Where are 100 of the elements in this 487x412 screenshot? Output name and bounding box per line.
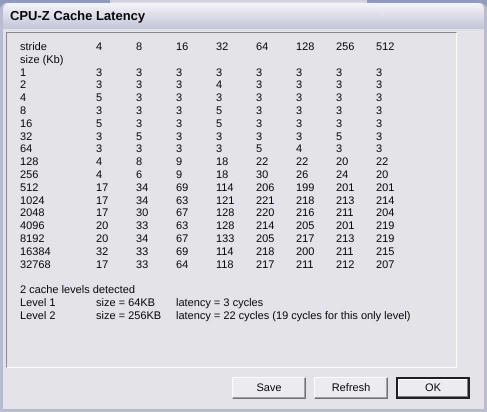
- column-header: 16: [176, 41, 190, 54]
- row-header: 8: [20, 104, 28, 118]
- table-cell-text: 69: [176, 246, 190, 259]
- table-cell-text: 3: [256, 118, 264, 131]
- table-cell-text: 3: [336, 143, 344, 156]
- table-cell-text: 3: [296, 118, 304, 131]
- table-cell-text: 4: [296, 143, 304, 156]
- dialog-button[interactable]: Save: [232, 377, 306, 399]
- table-cell-text: 213: [336, 232, 356, 246]
- table-cell-text: 9: [176, 168, 184, 182]
- window-title: CPU-Z Cache Latency: [3, 3, 484, 29]
- level-size: size = 64KB: [96, 296, 156, 310]
- table-cell-text: 34: [136, 194, 150, 208]
- column-header: 32: [216, 41, 230, 54]
- row-header: 4: [20, 92, 28, 105]
- table-cell-text: 3: [256, 79, 264, 92]
- table-cell-text: 5: [96, 118, 104, 131]
- table-cell-text: 22: [376, 156, 390, 169]
- table-cell-text: 67: [176, 207, 190, 220]
- dialog-button[interactable]: Refresh: [314, 377, 388, 399]
- table-cell-text: 206: [256, 182, 276, 195]
- table-cell-text: 33: [136, 246, 150, 259]
- table-cell-text: 214: [256, 220, 276, 233]
- table-cell-text: 3: [376, 130, 384, 144]
- table-cell-text: 3: [256, 104, 264, 118]
- table-cell-text: 3: [376, 92, 384, 105]
- column-header: 512: [376, 41, 396, 54]
- table-cell-text: 216: [296, 207, 316, 220]
- table-cell-text: 3: [136, 92, 144, 105]
- table-cell-text: 20: [336, 156, 350, 169]
- table-cell-text: 3: [376, 118, 384, 131]
- table-cell-text: 3: [256, 66, 264, 80]
- table-cell-text: 3: [216, 92, 224, 105]
- table-cell-text: 114: [216, 246, 235, 259]
- table-cell-text: 9: [176, 156, 184, 169]
- table-cell-text: 3: [336, 79, 344, 92]
- table-cell-text: 3: [216, 143, 224, 156]
- table-cell-text: 213: [336, 194, 356, 208]
- dialog-button[interactable]: OK: [396, 377, 470, 399]
- table-cell-text: 5: [136, 130, 144, 144]
- table-cell-text: 3: [376, 66, 384, 80]
- table-cell-text: 18: [216, 168, 230, 182]
- table-cell-text: 201: [376, 182, 396, 195]
- table-cell-text: 17: [96, 258, 110, 272]
- table-cell-text: 118: [216, 258, 235, 272]
- table-cell-text: 5: [216, 104, 224, 118]
- row-header: 64: [20, 143, 34, 156]
- table-cell-text: 3: [96, 130, 104, 144]
- table-cell-text: 211: [336, 246, 355, 259]
- table-cell-text: 128: [216, 220, 236, 233]
- row-header: 256: [20, 168, 40, 182]
- column-header: 8: [136, 41, 144, 54]
- table-cell-text: 8: [136, 156, 144, 169]
- table-cell-text: 218: [256, 246, 276, 259]
- table-cell-text: 22: [256, 156, 270, 169]
- table-cell-text: 3: [96, 143, 104, 156]
- table-cell-text: 200: [296, 246, 316, 259]
- table-cell-text: 3: [296, 66, 304, 80]
- row-header: 128: [20, 156, 40, 169]
- table-cell-text: 3: [376, 143, 384, 156]
- table-cell-text: 67: [176, 232, 190, 246]
- table-cell-text: 4: [216, 79, 224, 92]
- table-cell-text: 3: [296, 79, 304, 92]
- table-cell-text: 212: [336, 258, 356, 272]
- table-cell-text: 3: [176, 92, 184, 105]
- table-cell-text: 133: [216, 232, 236, 246]
- table-cell-text: 34: [136, 232, 150, 246]
- column-header: 64: [256, 41, 270, 54]
- table-cell-text: 17: [96, 194, 110, 208]
- table-cell-text: 3: [256, 130, 264, 144]
- table-cell-text: 3: [256, 92, 264, 105]
- table-cell-text: 205: [296, 220, 316, 233]
- summary-heading: 2 cache levels detected: [20, 284, 136, 297]
- column-header: 128: [296, 41, 316, 54]
- table-cell-text: 3: [336, 66, 344, 80]
- level-label: Level 2: [20, 310, 56, 323]
- column-header: 256: [336, 41, 356, 54]
- table-cell-text: 201: [336, 182, 356, 195]
- table-cell-text: 63: [176, 220, 190, 233]
- table-cell-text: 121: [216, 194, 236, 208]
- table-cell-text: 3: [136, 143, 144, 156]
- table-cell-text: 3: [296, 104, 304, 118]
- table-cell-text: 3: [336, 92, 344, 105]
- table-cell-text: 3: [136, 118, 144, 131]
- table-cell-text: 17: [96, 182, 110, 195]
- table-cell-text: 30: [136, 207, 150, 220]
- table-cell-text: 3: [96, 104, 104, 118]
- table-cell-text: 30: [256, 168, 270, 182]
- table-cell-text: 5: [216, 118, 224, 131]
- row-header-label: size (Kb): [20, 54, 64, 67]
- table-cell-text: 5: [256, 143, 264, 156]
- row-header: 1: [20, 66, 28, 80]
- level-latency: latency = 3 cycles: [176, 296, 264, 310]
- table-cell-text: 211: [296, 258, 315, 272]
- table-cell-text: 3: [336, 104, 344, 118]
- table-cell-text: 114: [216, 182, 235, 195]
- table-cell-text: 3: [136, 79, 144, 92]
- row-header: 512: [20, 182, 40, 195]
- row-header: 32768: [20, 258, 52, 272]
- table-cell-text: 204: [376, 207, 396, 220]
